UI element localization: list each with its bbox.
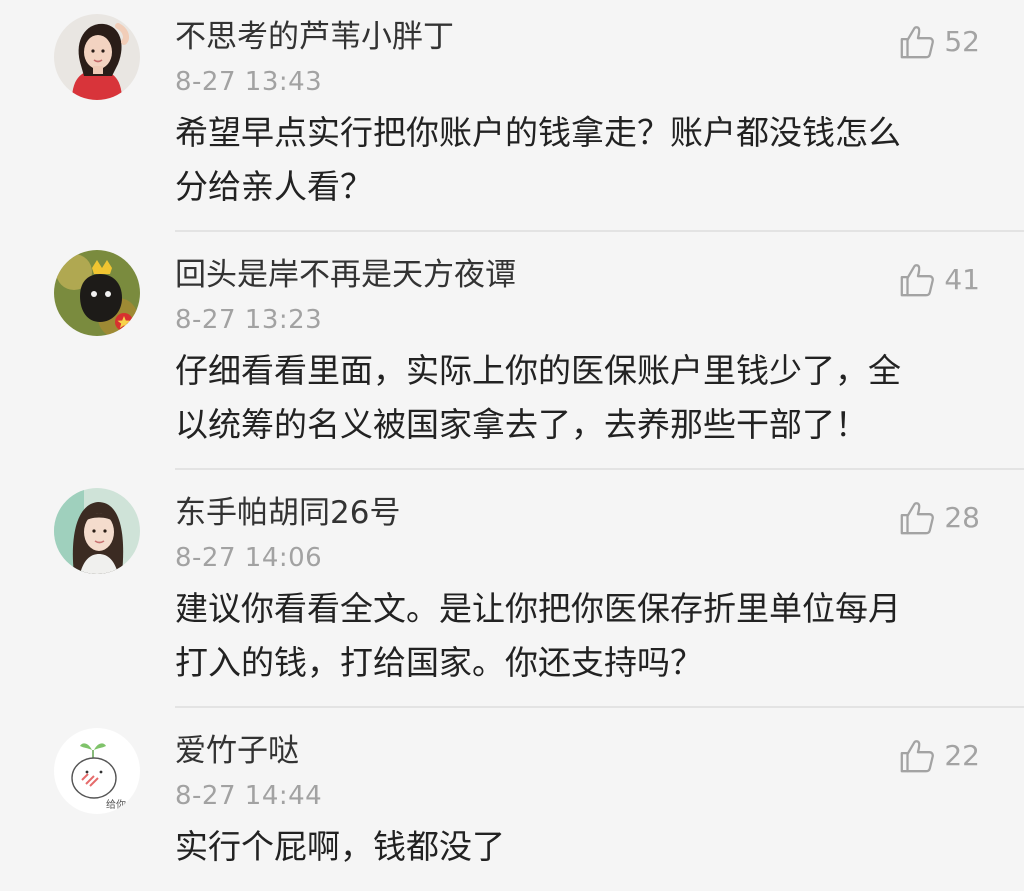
like-button[interactable]: 41: [898, 258, 980, 302]
comment-text-line: 希望早点实行把你账户的钱拿走？账户都没钱怎么: [175, 113, 901, 152]
comment-item: 不思考的芦苇小胖丁 8-27 13:43 52 希望早点实行把你账户的钱拿走？账…: [0, 0, 1024, 232]
timestamp: 8-27 14:44: [175, 781, 323, 811]
comment-text-line: 实行个屁啊，钱都没了: [175, 827, 505, 866]
like-count: 52: [944, 25, 980, 58]
comment-text-line: 打入的钱，打给国家。你还支持吗？: [175, 643, 703, 682]
divider: [175, 230, 1024, 232]
avatar-cartoon-crown-icon: [54, 250, 140, 336]
divider: [175, 706, 1024, 708]
avatar[interactable]: [54, 250, 140, 336]
thumbs-up-icon: [901, 264, 935, 297]
like-button[interactable]: 22: [898, 734, 980, 778]
timestamp: 8-27 14:06: [175, 543, 323, 573]
like-button[interactable]: 28: [898, 496, 980, 540]
comment-text: 希望早点实行把你账户的钱拿走？账户都没钱怎么 分给亲人看？: [175, 106, 975, 214]
comment-text-line: 建议你看看全文。是让你把你医保存折里单位每月: [175, 589, 901, 628]
username[interactable]: 不思考的芦苇小胖丁: [175, 16, 454, 58]
comment-text: 仔细看看里面，实际上你的医保账户里钱少了，全 以统筹的名义被国家拿去了，去养那些…: [175, 344, 975, 452]
like-button[interactable]: 52: [898, 20, 980, 64]
comment-item: 回头是岸不再是天方夜谭 8-27 13:23 41 仔细看看里面，实际上你的医保…: [0, 238, 1024, 470]
avatar-woman-red-top-icon: [54, 14, 140, 100]
comment-text-line: 分给亲人看？: [175, 167, 373, 206]
avatar-caption: 给你: [106, 798, 126, 811]
avatar[interactable]: 给你: [54, 728, 140, 814]
timestamp: 8-27 13:23: [175, 305, 323, 335]
timestamp: 8-27 13:43: [175, 67, 323, 97]
comment-text: 建议你看看全文。是让你把你医保存折里单位每月 打入的钱，打给国家。你还支持吗？: [175, 582, 975, 690]
divider: [175, 468, 1024, 470]
avatar-doodle-sprout-icon: 给你: [54, 728, 140, 814]
like-count: 28: [944, 501, 980, 534]
like-count: 41: [944, 263, 980, 296]
thumbs-up-icon: [901, 502, 935, 535]
thumbs-up-icon: [901, 26, 935, 59]
comment-item: 东手帕胡同26号 8-27 14:06 28 建议你看看全文。是让你把你医保存折…: [0, 476, 1024, 708]
comment-list: 不思考的芦苇小胖丁 8-27 13:43 52 希望早点实行把你账户的钱拿走？账…: [0, 0, 1024, 891]
comment-text-line: 仔细看看里面，实际上你的医保账户里钱少了，全: [175, 351, 901, 390]
username[interactable]: 回头是岸不再是天方夜谭: [175, 254, 516, 296]
avatar[interactable]: [54, 14, 140, 100]
avatar-woman-long-hair-icon: [54, 488, 140, 574]
like-count: 22: [944, 739, 980, 772]
avatar[interactable]: [54, 488, 140, 574]
thumbs-up-icon: [901, 740, 935, 773]
comment-text: 实行个屁啊，钱都没了: [175, 820, 975, 874]
comment-item: 给你 爱竹子哒 8-27 14:44 22 实行个屁啊，钱都没了: [0, 714, 1024, 891]
username[interactable]: 爱竹子哒: [175, 730, 299, 772]
username[interactable]: 东手帕胡同26号: [175, 492, 400, 534]
comment-text-line: 以统筹的名义被国家拿去了，去养那些干部了！: [175, 405, 868, 444]
